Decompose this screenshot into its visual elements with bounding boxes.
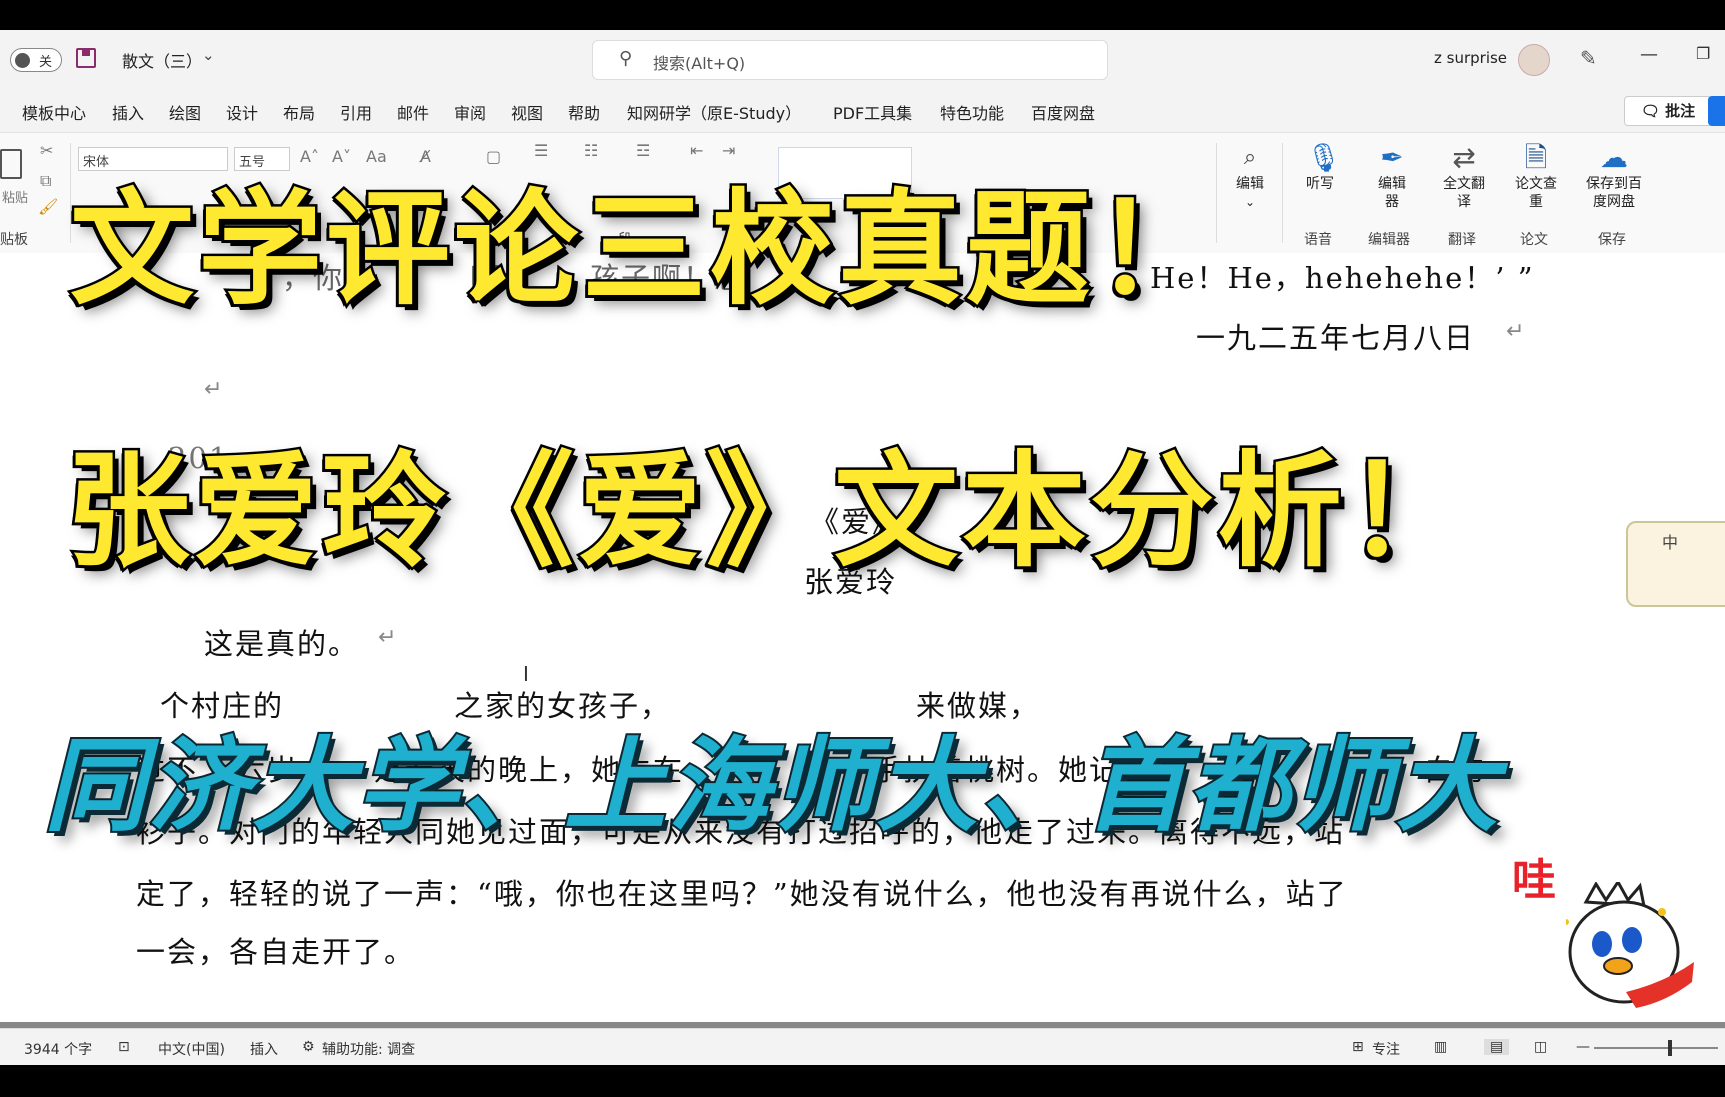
text-cursor-icon: I [523,662,529,686]
toggle-knob [15,53,30,68]
focus-icon: ⊞ [1352,1039,1364,1055]
avatar[interactable] [1518,44,1550,76]
baidu-save-tool[interactable]: ☁ 保存到百度网盘 [1582,141,1646,211]
web-layout-icon[interactable]: ◫ [1534,1039,1547,1055]
group-editor: 编辑器 [1368,232,1410,248]
microphone-icon: 🎙 [1306,141,1342,174]
group-voice: 语音 [1304,232,1332,248]
plagiarism-tool[interactable]: 🗎 论文查重 [1514,141,1558,211]
translate-icon: ⇄ [1452,141,1476,174]
insert-mode[interactable]: 插入 [250,1039,278,1059]
translate-tool[interactable]: ⇄ 全文翻译 [1442,141,1486,211]
plagiarism-check-icon: 🗎 [1524,141,1548,174]
overlay-schools: 同济大学、上海师大、首都师大 [42,725,1500,848]
tab-features[interactable]: 特色功能 [940,100,1004,124]
tab-cnki[interactable]: 知网研学（原E-Study） [627,100,801,124]
autosave-label: 关 [39,55,53,70]
pen-icon[interactable]: ✎ [1580,46,1597,70]
search-placeholder: 搜索(Alt+Q) [653,54,746,73]
paragraph-mark: ↵ [378,625,397,650]
plagiarism-label: 论文查重 [1515,176,1557,210]
search-icon: ⚲ [619,48,633,69]
tab-mailings[interactable]: 邮件 [397,100,429,124]
language-indicator[interactable]: 中文(中国) [158,1039,225,1059]
paragraph-mark: ↵ [204,377,223,402]
accessibility-status[interactable]: 辅助功能: 调查 [322,1039,415,1059]
zoom-slider-handle[interactable] [1668,1040,1672,1056]
tab-view[interactable]: 视图 [511,100,543,124]
document-name[interactable]: 散文（三） [122,48,202,72]
status-bar: 3944 个字 ⊡ 中文(中国) 插入 ⚙ 辅助功能: 调查 ⊞ 专注 ▥ ▤ … [0,1028,1725,1065]
comment-button[interactable]: 🗨 批注 [1624,96,1712,126]
group-save: 保存 [1598,232,1626,248]
dictate-tool[interactable]: 🎙 听写 [1306,141,1342,193]
tab-references[interactable]: 引用 [340,100,372,124]
copy-icon[interactable]: ⧉ [40,171,51,191]
word-count[interactable]: 3944 个字 [24,1039,92,1059]
minimize-icon[interactable]: — [1640,44,1658,65]
ribbon-separator [1282,143,1283,243]
comment-button-label: 批注 [1665,102,1696,120]
tab-review[interactable]: 审阅 [454,100,486,124]
tab-design[interactable]: 设计 [226,100,258,124]
tab-draw[interactable]: 绘图 [169,100,201,124]
tab-template-center[interactable]: 模板中心 [22,100,86,124]
title-bar: 关 散文（三） ⌄ ⚲ 搜索(Alt+Q) z surprise ✎ — ❐ [0,30,1725,90]
paste-label[interactable]: 粘贴 [2,187,28,206]
overlay-title-line1: 文学评论三校真题！ [67,176,1223,325]
editor-label: 编辑器 [1378,176,1406,210]
print-layout-icon[interactable]: ▤ [1484,1039,1510,1055]
paste-icon[interactable] [0,149,22,179]
search-icon: ⌕ [1243,145,1257,170]
user-name[interactable]: z surprise [1434,49,1507,67]
clipboard-group-label: 贴板 [0,232,28,248]
baidu-save-label: 保存到百度网盘 [1586,176,1642,210]
cloud-save-icon: ☁ [1600,141,1628,174]
group-paper: 论文 [1520,232,1548,248]
zoom-out-icon[interactable]: — [1576,1039,1590,1055]
paragraph-line: 一会，各自走开了。 [136,935,416,969]
paragraph-mark: ↵ [1506,319,1525,344]
cut-icon[interactable]: ✂ [40,141,53,160]
focus-mode[interactable]: 专注 [1372,1039,1400,1059]
menu-bar: 模板中心 插入 绘图 设计 布局 引用 邮件 审阅 视图 帮助 知网研学（原E-… [0,90,1725,132]
paragraph-1: 这是真的。 [204,627,360,661]
restore-icon[interactable]: ❐ [1696,44,1710,63]
read-mode-icon[interactable]: ▥ [1434,1039,1447,1055]
share-button[interactable] [1708,96,1725,126]
tab-insert[interactable]: 插入 [112,100,144,124]
edit-tool[interactable]: ⌕ 编辑 ⌄ [1232,141,1268,211]
tab-layout[interactable]: 布局 [283,100,315,124]
overlay-title-line2: 张爱玲《爱》文本分析！ [63,438,1475,587]
editor-pen-icon: ✒ [1380,141,1404,174]
zoom-slider[interactable] [1594,1040,1718,1056]
overlay-wow: 哇 [1511,854,1557,907]
side-sticker-label: 中 [1662,533,1679,552]
save-icon[interactable] [76,48,96,68]
edit-tool-label: 编辑 [1236,176,1264,192]
autosave-toggle[interactable]: 关 [10,48,62,72]
search-box[interactable]: ⚲ 搜索(Alt+Q) [592,40,1108,80]
translate-label: 全文翻译 [1443,176,1485,210]
group-translate: 翻译 [1448,232,1476,248]
format-painter-icon[interactable]: 🖌 [38,197,58,216]
chevron-down-icon: ⌄ [1244,195,1256,209]
mascot-sticker [1566,882,1694,1008]
document-page[interactable]: ，你 啊 孩子啊！您 He！He，hehehehe！’ ” 一九二五年七月八日 … [0,253,1725,1023]
proofing-icon[interactable]: ⊡ [118,1039,130,1055]
editor-tool[interactable]: ✒ 编辑器 [1372,141,1412,211]
side-sticker[interactable]: 中 [1626,521,1725,607]
tab-help[interactable]: 帮助 [568,100,600,124]
date-line: 一九二五年七月八日 [1196,321,1476,355]
tab-baidu-netdisk[interactable]: 百度网盘 [1031,100,1095,124]
chevron-down-icon[interactable]: ⌄ [202,46,215,64]
paragraph-line: 定了，轻轻的说了一声：“哦，你也在这里吗？”她没有说什么，他也没有再说什么，站了 [136,877,1348,911]
accessibility-icon: ⚙ [302,1039,315,1055]
tab-pdf-tools[interactable]: PDF工具集 [833,100,912,124]
dictate-label: 听写 [1306,176,1334,192]
